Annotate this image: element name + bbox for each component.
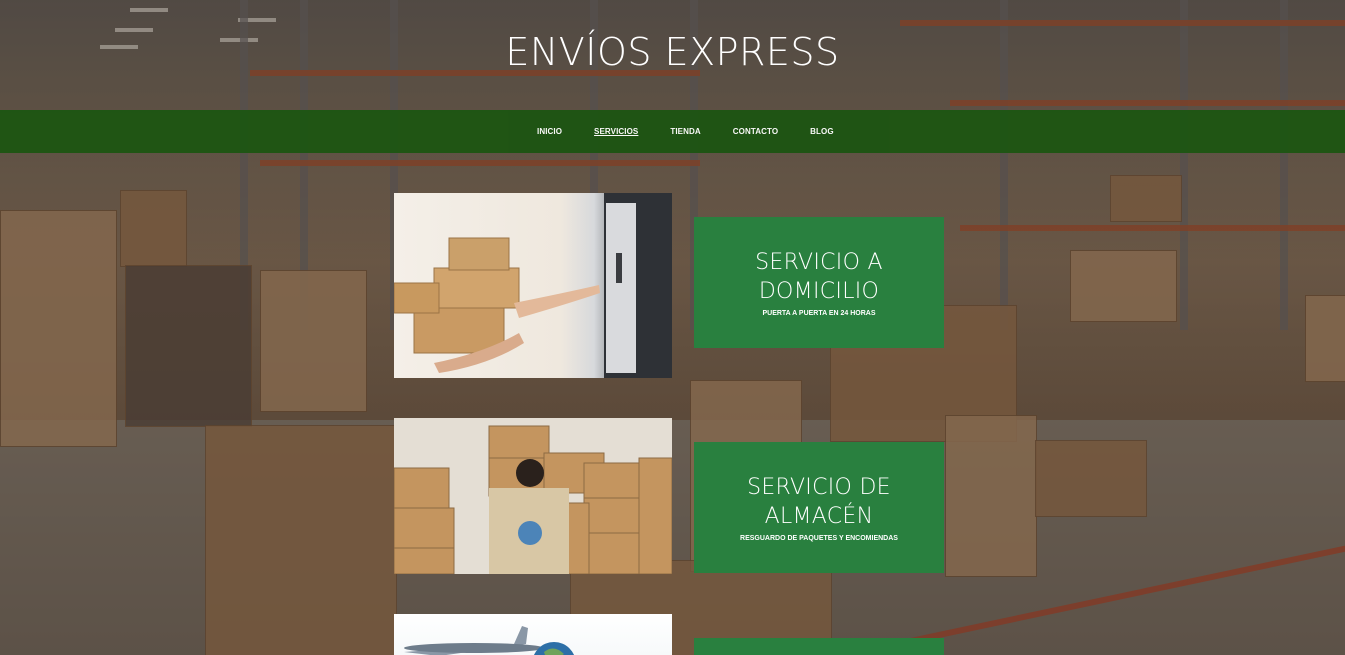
page: ENVÍOS EXPRESS INICIO SERVICIOS TIENDA C… (0, 0, 1345, 655)
site-title: ENVÍOS EXPRESS (505, 30, 840, 74)
service-card-third[interactable] (694, 638, 944, 655)
service-title: SERVICIO DE ALMACÉN (747, 475, 891, 529)
nav-item-contacto[interactable]: CONTACTO (733, 127, 778, 136)
service-subtitle: RESGUARDO DE PAQUETES Y ENCOMIENDAS (740, 535, 898, 542)
nav-menu: INICIO SERVICIOS TIENDA CONTACTO BLOG (537, 110, 866, 153)
service-card-almacen[interactable]: SERVICIO DE ALMACÉN RESGUARDO DE PAQUETE… (694, 442, 944, 573)
nav-item-inicio[interactable]: INICIO (537, 127, 562, 136)
service-card-domicilio[interactable]: SERVICIO A DOMICILIO PUERTA A PUERTA EN … (694, 217, 944, 348)
nav-item-tienda[interactable]: TIENDA (670, 127, 700, 136)
airplane-globe-image (394, 614, 672, 655)
warehouse-worker-image (394, 418, 672, 574)
service-title: SERVICIO A DOMICILIO (755, 250, 883, 304)
nav-item-servicios[interactable]: SERVICIOS (594, 127, 638, 136)
nav-item-blog[interactable]: BLOG (810, 127, 834, 136)
service-subtitle: PUERTA A PUERTA EN 24 HORAS (762, 310, 876, 317)
package-delivery-image (394, 193, 672, 378)
main-navbar: INICIO SERVICIOS TIENDA CONTACTO BLOG (0, 110, 1345, 153)
